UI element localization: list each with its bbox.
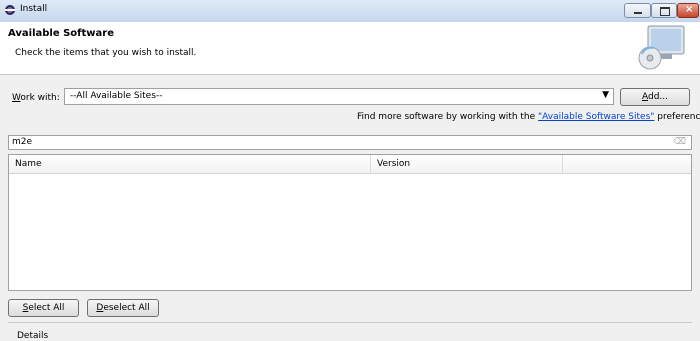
- close-icon: ×: [685, 4, 694, 15]
- clear-filter-icon[interactable]: ⌫: [673, 137, 686, 147]
- eclipse-app-icon: [5, 5, 15, 15]
- column-header-extra[interactable]: [563, 155, 691, 173]
- page-subtitle: Check the items that you wish to install…: [15, 48, 197, 58]
- title-bar: Install ×: [0, 0, 700, 23]
- deselect-all-button[interactable]: Deselect All: [87, 299, 159, 317]
- minimize-button[interactable]: [624, 3, 651, 18]
- details-label: Details: [17, 331, 49, 341]
- minimize-icon: [634, 12, 642, 14]
- select-all-button[interactable]: Select All: [8, 299, 79, 317]
- window-title: Install: [20, 4, 48, 14]
- maximize-icon: [660, 7, 670, 16]
- work-with-value: --All Available Sites--: [70, 91, 163, 101]
- filter-value: m2e: [12, 137, 33, 147]
- work-with-dropdown[interactable]: --All Available Sites-- ▼: [64, 88, 614, 105]
- divider: [8, 322, 692, 323]
- column-header-version[interactable]: Version: [371, 155, 563, 173]
- add-site-button[interactable]: Add...: [620, 88, 690, 106]
- find-more-text: Find more software by working with the "…: [357, 112, 700, 122]
- close-button[interactable]: ×: [677, 3, 699, 18]
- wizard-header: Available Software Check the items that …: [0, 22, 700, 75]
- software-table[interactable]: Name Version: [8, 154, 692, 291]
- maximize-button[interactable]: [651, 3, 677, 18]
- column-header-name[interactable]: Name: [9, 155, 371, 173]
- filter-input[interactable]: m2e ⌫: [8, 135, 692, 150]
- chevron-down-icon: ▼: [602, 90, 609, 100]
- table-header: Name Version: [9, 155, 691, 174]
- work-with-label: Work with:: [12, 93, 60, 103]
- install-banner-icon: [638, 25, 685, 70]
- page-title: Available Software: [8, 28, 115, 39]
- available-software-sites-link[interactable]: "Available Software Sites": [538, 112, 654, 122]
